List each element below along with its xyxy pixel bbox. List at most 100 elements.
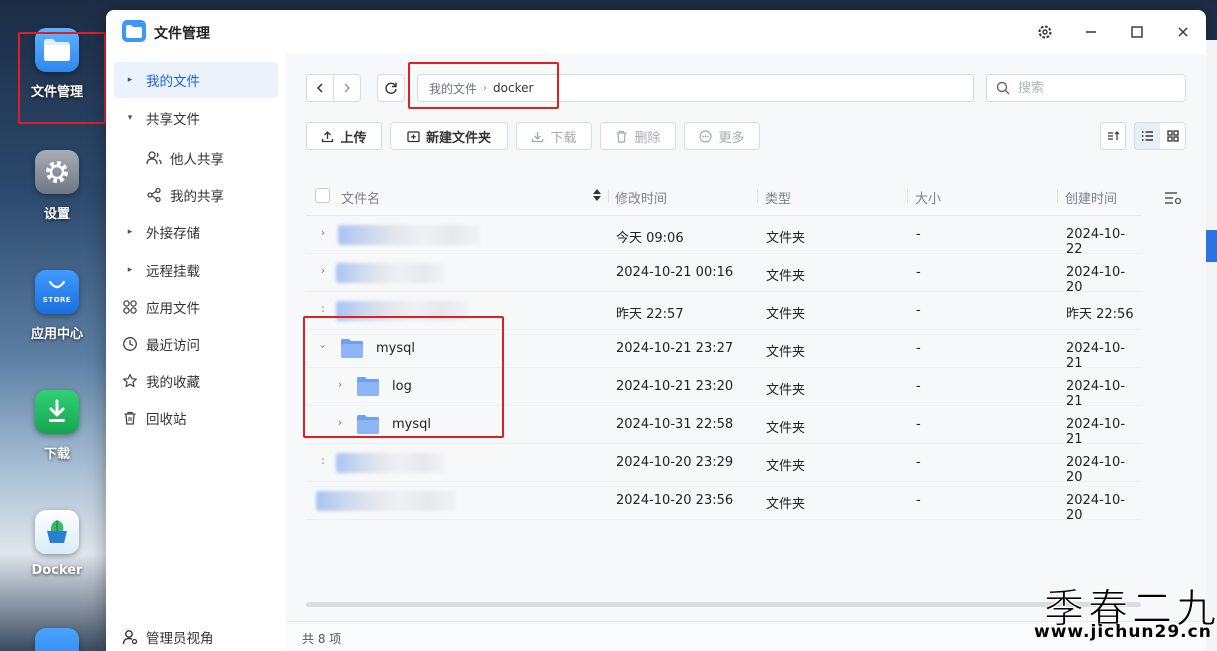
- new-folder-button[interactable]: 新建文件夹: [390, 122, 508, 150]
- horizontal-scrollbar[interactable]: [306, 602, 1141, 607]
- upload-label: 上传: [340, 130, 367, 146]
- dock-app-docker[interactable]: Docker: [0, 510, 114, 578]
- more-icon: [699, 129, 713, 143]
- table-header: 文件名 修改时间 类型 大小 创建时间: [306, 176, 1141, 216]
- admin-view-toggle[interactable]: 管理员视角: [114, 622, 278, 651]
- trash-icon: [616, 130, 627, 143]
- column-header-created[interactable]: 创建时间: [1065, 188, 1117, 207]
- sort-button[interactable]: [1100, 122, 1126, 150]
- grid-view-icon[interactable]: [1160, 123, 1185, 149]
- row-type: 文件夹: [766, 459, 806, 474]
- maximize-button[interactable]: [1125, 20, 1149, 44]
- new-folder-label: 新建文件夹: [425, 130, 491, 146]
- row-created: 昨天 22:56: [1066, 307, 1134, 322]
- refresh-icon: [385, 82, 397, 94]
- sidebar-item-my-shares[interactable]: 我的共享: [114, 177, 278, 213]
- expand-chevron-icon[interactable]: :: [317, 302, 329, 315]
- expand-chevron-icon[interactable]: :: [317, 454, 329, 467]
- admin-view-label: 管理员视角: [146, 631, 214, 647]
- table-row[interactable]: › 2024-10-21 00:16 文件夹 - 2024-10-20: [306, 254, 1141, 295]
- share-icon: [146, 187, 162, 203]
- item-count: 共 8 项: [302, 632, 342, 646]
- refresh-button[interactable]: [377, 74, 405, 102]
- row-type: 文件夹: [766, 231, 806, 246]
- dock-app-label: 应用中心: [30, 327, 83, 342]
- select-all-checkbox[interactable]: [315, 188, 330, 203]
- column-header-size[interactable]: 大小: [915, 188, 941, 207]
- upload-button[interactable]: 上传: [306, 122, 382, 150]
- dock-app-store[interactable]: STORE 应用中心: [0, 270, 114, 342]
- caret-down-icon[interactable]: ▾: [126, 113, 134, 123]
- folder-icon: [122, 20, 146, 42]
- row-type: 文件夹: [766, 383, 806, 398]
- sort-arrows-icon[interactable]: [592, 187, 602, 207]
- row-type: 文件夹: [766, 421, 806, 436]
- caret-right-icon[interactable]: ▸: [126, 75, 134, 85]
- sidebar-item-label: 远程挂载: [146, 264, 200, 280]
- column-header-modified[interactable]: 修改时间: [615, 188, 667, 207]
- chevron-right-icon: [344, 83, 351, 93]
- sidebar-item-external-storage[interactable]: ▸ 外接存储: [114, 214, 278, 250]
- settings-button[interactable]: [1033, 20, 1057, 44]
- caret-right-icon[interactable]: ▸: [126, 227, 134, 237]
- dock-app-download[interactable]: 下载: [0, 390, 114, 462]
- sync-icon: [35, 628, 79, 651]
- more-label: 更多: [718, 130, 745, 146]
- dock-app-settings[interactable]: 设置: [0, 150, 114, 222]
- gear-icon: [35, 150, 79, 194]
- row-size: -: [916, 227, 921, 242]
- apps-icon: [122, 299, 138, 315]
- list-view-icon[interactable]: [1135, 123, 1160, 149]
- sidebar-item-shared-files[interactable]: ▾ 共享文件: [114, 100, 278, 136]
- dock-app-label: 设置: [43, 207, 70, 222]
- sidebar-item-recent[interactable]: 最近访问: [114, 326, 278, 362]
- sidebar-item-remote-mount[interactable]: ▸ 远程挂载: [114, 252, 278, 288]
- column-header-type[interactable]: 类型: [765, 188, 791, 207]
- sort-icon: [1108, 131, 1120, 140]
- more-button[interactable]: 更多: [684, 122, 760, 150]
- row-created: 2024-10-20: [1066, 455, 1126, 485]
- table-row[interactable]: › 今天 09:06 文件夹 - 2024-10-22: [306, 216, 1141, 257]
- column-divider: [1057, 189, 1058, 203]
- search-input[interactable]: [1018, 80, 1178, 96]
- sidebar-item-favorites[interactable]: 我的收藏: [114, 363, 278, 399]
- titlebar: 文件管理: [106, 10, 1206, 54]
- table-row[interactable]: : 2024-10-20 23:29 文件夹 - 2024-10-20: [306, 444, 1141, 485]
- column-header-name[interactable]: 文件名: [341, 188, 380, 207]
- back-button[interactable]: [306, 74, 334, 102]
- row-modified: 昨天 22:57: [616, 307, 684, 322]
- view-toggle[interactable]: [1134, 122, 1186, 150]
- caret-right-icon[interactable]: ▸: [126, 265, 134, 275]
- admin-user-icon: [122, 629, 138, 645]
- row-created: 2024-10-22: [1066, 227, 1126, 257]
- search-box[interactable]: [986, 74, 1186, 102]
- expand-chevron-icon[interactable]: ›: [317, 226, 329, 239]
- row-size: -: [916, 341, 921, 356]
- blurred-name: [338, 225, 480, 245]
- row-size: -: [916, 455, 921, 470]
- sidebar-item-app-files[interactable]: 应用文件: [114, 289, 278, 325]
- column-settings-icon[interactable]: [1163, 188, 1183, 208]
- column-divider: [757, 189, 758, 203]
- row-created: 2024-10-21: [1066, 379, 1126, 409]
- background-window-edge: [1206, 40, 1217, 651]
- table-row[interactable]: 2024-10-20 23:56 文件夹 - 2024-10-20: [306, 482, 1141, 523]
- sidebar-item-recycle-bin[interactable]: 回收站: [114, 400, 278, 436]
- delete-button[interactable]: 删除: [600, 122, 676, 150]
- row-modified: 2024-10-31 22:58: [616, 417, 734, 432]
- dock-app-partial[interactable]: [0, 628, 114, 651]
- download-icon: [532, 131, 544, 142]
- sidebar-item-label: 我的文件: [146, 74, 200, 90]
- forward-button[interactable]: [333, 74, 361, 102]
- highlight-box-dock: [18, 32, 106, 124]
- row-type: 文件夹: [766, 345, 806, 360]
- star-icon: [122, 373, 138, 389]
- sidebar-item-shared-with-me[interactable]: 他人共享: [114, 140, 278, 176]
- sidebar-item-my-files[interactable]: ▸ 我的文件: [114, 62, 278, 98]
- minimize-button[interactable]: [1079, 20, 1103, 44]
- close-button[interactable]: [1171, 20, 1195, 44]
- row-size: -: [916, 265, 921, 280]
- download-button[interactable]: 下载: [516, 122, 592, 150]
- expand-chevron-icon[interactable]: ›: [317, 264, 329, 277]
- store-icon-text: STORE: [42, 296, 72, 304]
